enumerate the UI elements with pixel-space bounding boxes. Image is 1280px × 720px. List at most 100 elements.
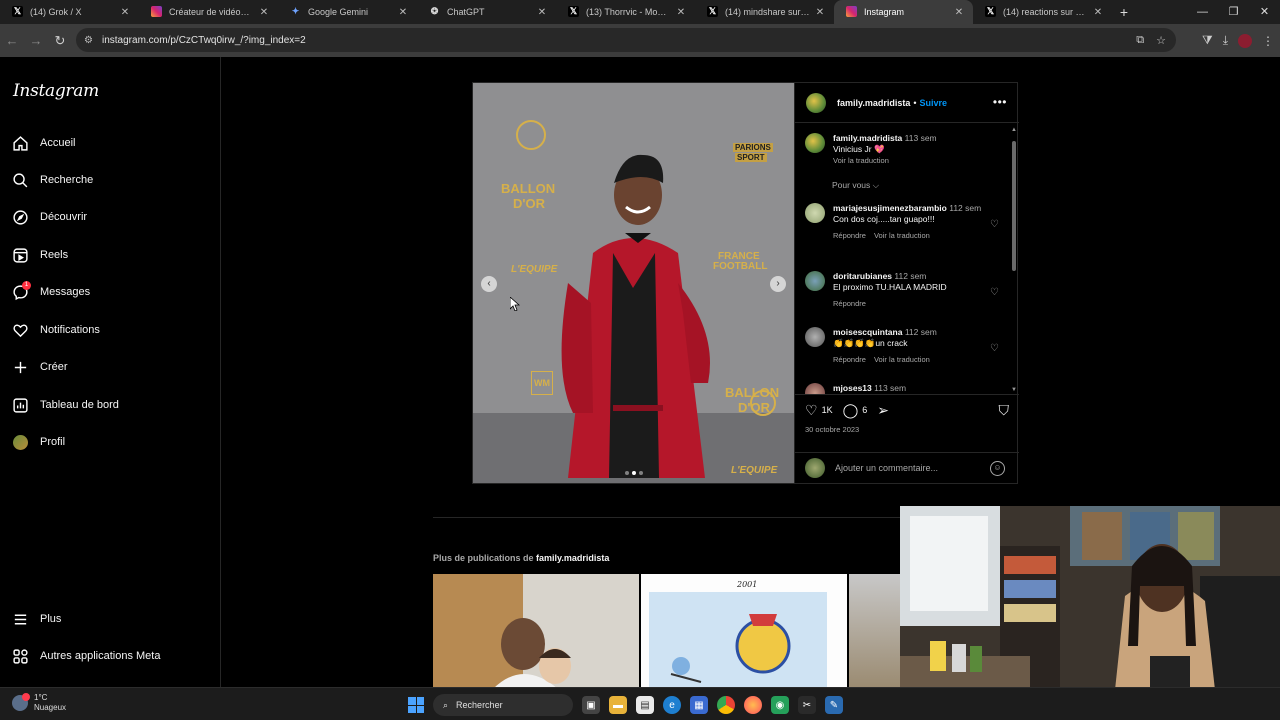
reply-link[interactable]: Répondre — [833, 231, 866, 240]
commenter-avatar[interactable] — [805, 383, 825, 394]
like-count[interactable]: 1K — [822, 405, 833, 415]
browser-tab[interactable]: Créateur de vidéos et d'im ✕ — [139, 0, 278, 24]
browser-tab[interactable]: 𝕏 (13) Thorrvic - Monteur V ✕ — [556, 0, 695, 24]
commenter-avatar[interactable] — [805, 271, 825, 291]
profile-avatar[interactable] — [1238, 33, 1252, 48]
notepad-icon[interactable]: ▤ — [636, 696, 654, 714]
like-comment-icon[interactable]: ♡ — [990, 343, 999, 354]
site-settings-icon[interactable]: ⚙ — [84, 35, 102, 46]
scrollbar-thumb[interactable] — [1012, 141, 1016, 271]
comment-username[interactable]: mjoses13 — [833, 383, 872, 393]
see-translation-link[interactable]: Voir la traduction — [874, 231, 930, 240]
file-explorer-icon[interactable]: ▬ — [609, 696, 627, 714]
chrome-icon[interactable] — [717, 696, 735, 714]
menu-kebab-icon[interactable]: ⋮ — [1262, 34, 1274, 48]
nav-creer[interactable]: Créer — [12, 355, 68, 379]
nav-autres-applications-meta[interactable]: Autres applications Meta — [12, 644, 160, 668]
see-translation-link[interactable]: Voir la traduction — [874, 355, 930, 364]
maximize-icon[interactable]: ❐ — [1218, 0, 1249, 24]
browser-tab[interactable]: 𝕏 (14) reactions sur X : "ba ✕ — [973, 0, 1112, 24]
more-posts-author[interactable]: family.madridista — [536, 553, 609, 563]
comments-scrollbar[interactable]: ▲ ▼ — [1011, 127, 1017, 393]
instagram-logo[interactable]: Instagram — [13, 81, 99, 101]
like-comment-icon[interactable]: ♡ — [990, 287, 999, 298]
carousel-next-button[interactable]: › — [770, 276, 786, 292]
more-options-icon[interactable]: ••• — [993, 95, 1007, 109]
browser-tab[interactable]: 𝕏 (14) Grok / X ✕ — [0, 0, 139, 24]
close-tab-icon[interactable]: ✕ — [1092, 7, 1104, 18]
minimize-icon[interactable]: — — [1187, 0, 1218, 24]
nav-messages[interactable]: 1 Messages — [12, 280, 90, 304]
new-tab-button[interactable]: + — [1112, 4, 1136, 20]
like-heart-icon[interactable]: ♡ — [805, 403, 818, 417]
close-tab-icon[interactable]: ✕ — [953, 7, 965, 18]
task-view-icon[interactable]: ▣ — [582, 696, 600, 714]
nav-decouvrir[interactable]: Découvrir — [12, 205, 87, 229]
close-tab-icon[interactable]: ✕ — [536, 7, 548, 18]
share-icon[interactable]: ➢ — [877, 403, 889, 417]
author-avatar[interactable] — [805, 133, 825, 153]
emoji-icon[interactable]: ☺ — [990, 461, 1005, 476]
taskbar-search[interactable]: ⌕ Rechercher — [433, 694, 573, 716]
browser-tab[interactable]: ✦ Google Gemini ✕ — [278, 0, 417, 24]
forward-icon[interactable]: → — [24, 33, 48, 48]
close-tab-icon[interactable]: ✕ — [119, 7, 131, 18]
back-icon[interactable]: ← — [0, 33, 24, 48]
browser-tab[interactable]: ❂ ChatGPT ✕ — [417, 0, 556, 24]
comment-username[interactable]: family.madridista — [833, 133, 902, 143]
follow-button[interactable]: Suivre — [920, 98, 948, 108]
save-bookmark-icon[interactable]: ⛉ — [999, 402, 1010, 419]
post-thumbnail[interactable]: 2001 — [641, 574, 847, 689]
extensions-icon[interactable]: ⧩ — [1202, 33, 1213, 48]
carousel-prev-button[interactable]: ‹ — [481, 276, 497, 292]
comments-list[interactable]: family.madridista 113 sem Vinicius Jr 💖 … — [795, 124, 1019, 394]
author-avatar[interactable] — [806, 92, 826, 113]
chat-app-icon[interactable]: ◉ — [771, 696, 789, 714]
weather-widget[interactable]: 1°C Nuageux — [12, 693, 66, 713]
comment-username[interactable]: doritarubianes — [833, 271, 892, 281]
commenter-avatar[interactable] — [805, 203, 825, 223]
install-app-icon[interactable]: ⧉ — [1136, 34, 1144, 47]
nav-profil[interactable]: Profil — [12, 430, 65, 454]
nav-plus[interactable]: Plus — [12, 607, 61, 631]
nav-recherche[interactable]: Recherche — [12, 168, 93, 192]
nav-accueil[interactable]: Accueil — [12, 131, 75, 155]
reply-link[interactable]: Répondre — [833, 355, 866, 364]
nav-notifications[interactable]: Notifications — [12, 318, 100, 342]
close-tab-icon[interactable]: ✕ — [814, 7, 826, 18]
comment-username[interactable]: moisescquintana — [833, 327, 902, 337]
download-icon[interactable]: ⤓ — [1223, 33, 1228, 48]
browser-tab[interactable]: 𝕏 (14) mindshare sur X : "b ✕ — [695, 0, 834, 24]
close-tab-icon[interactable]: ✕ — [397, 7, 409, 18]
reply-link[interactable]: Répondre — [833, 299, 866, 308]
bookmark-star-icon[interactable]: ☆ — [1156, 34, 1166, 47]
firefox-icon[interactable] — [744, 696, 762, 714]
scroll-up-arrow-icon[interactable]: ▲ — [1011, 127, 1017, 133]
thumbnail-illustration — [433, 574, 639, 689]
browser-tab-active[interactable]: Instagram ✕ — [834, 0, 973, 24]
reload-icon[interactable]: ↻ — [48, 33, 72, 49]
windows-start-icon[interactable] — [408, 697, 424, 713]
scroll-down-arrow-icon[interactable]: ▼ — [1011, 387, 1017, 393]
nav-tableau-de-bord[interactable]: Tableau de bord — [12, 393, 119, 417]
author-username[interactable]: family.madridista — [837, 98, 910, 108]
edge-icon[interactable]: e — [663, 696, 681, 714]
post-thumbnail[interactable] — [433, 574, 639, 689]
comment-sort-dropdown[interactable]: Pour vous ⌵ — [832, 180, 879, 191]
comment-username[interactable]: mariajesusjimenezbarambio — [833, 203, 947, 213]
comment-icon[interactable]: ◯ — [843, 403, 859, 417]
close-tab-icon[interactable]: ✕ — [258, 7, 270, 18]
url-text[interactable]: instagram.com/p/CzCTwq0irw_/?img_index=2 — [102, 35, 306, 46]
nav-label: Profil — [40, 436, 66, 448]
add-comment-input[interactable]: Ajouter un commentaire... — [835, 463, 938, 473]
app-icon[interactable]: ✎ — [825, 696, 843, 714]
see-translation-link[interactable]: Voir la traduction — [833, 156, 889, 165]
capcut-icon[interactable]: ✂ — [798, 696, 816, 714]
close-tab-icon[interactable]: ✕ — [675, 7, 687, 18]
nav-reels[interactable]: Reels — [12, 243, 68, 267]
close-window-icon[interactable]: ✕ — [1249, 0, 1280, 24]
commenter-avatar[interactable] — [805, 327, 825, 347]
store-icon[interactable]: ▦ — [690, 696, 708, 714]
url-bar[interactable]: ⚙ instagram.com/p/CzCTwq0irw_/?img_index… — [76, 28, 1176, 52]
like-comment-icon[interactable]: ♡ — [990, 219, 999, 230]
